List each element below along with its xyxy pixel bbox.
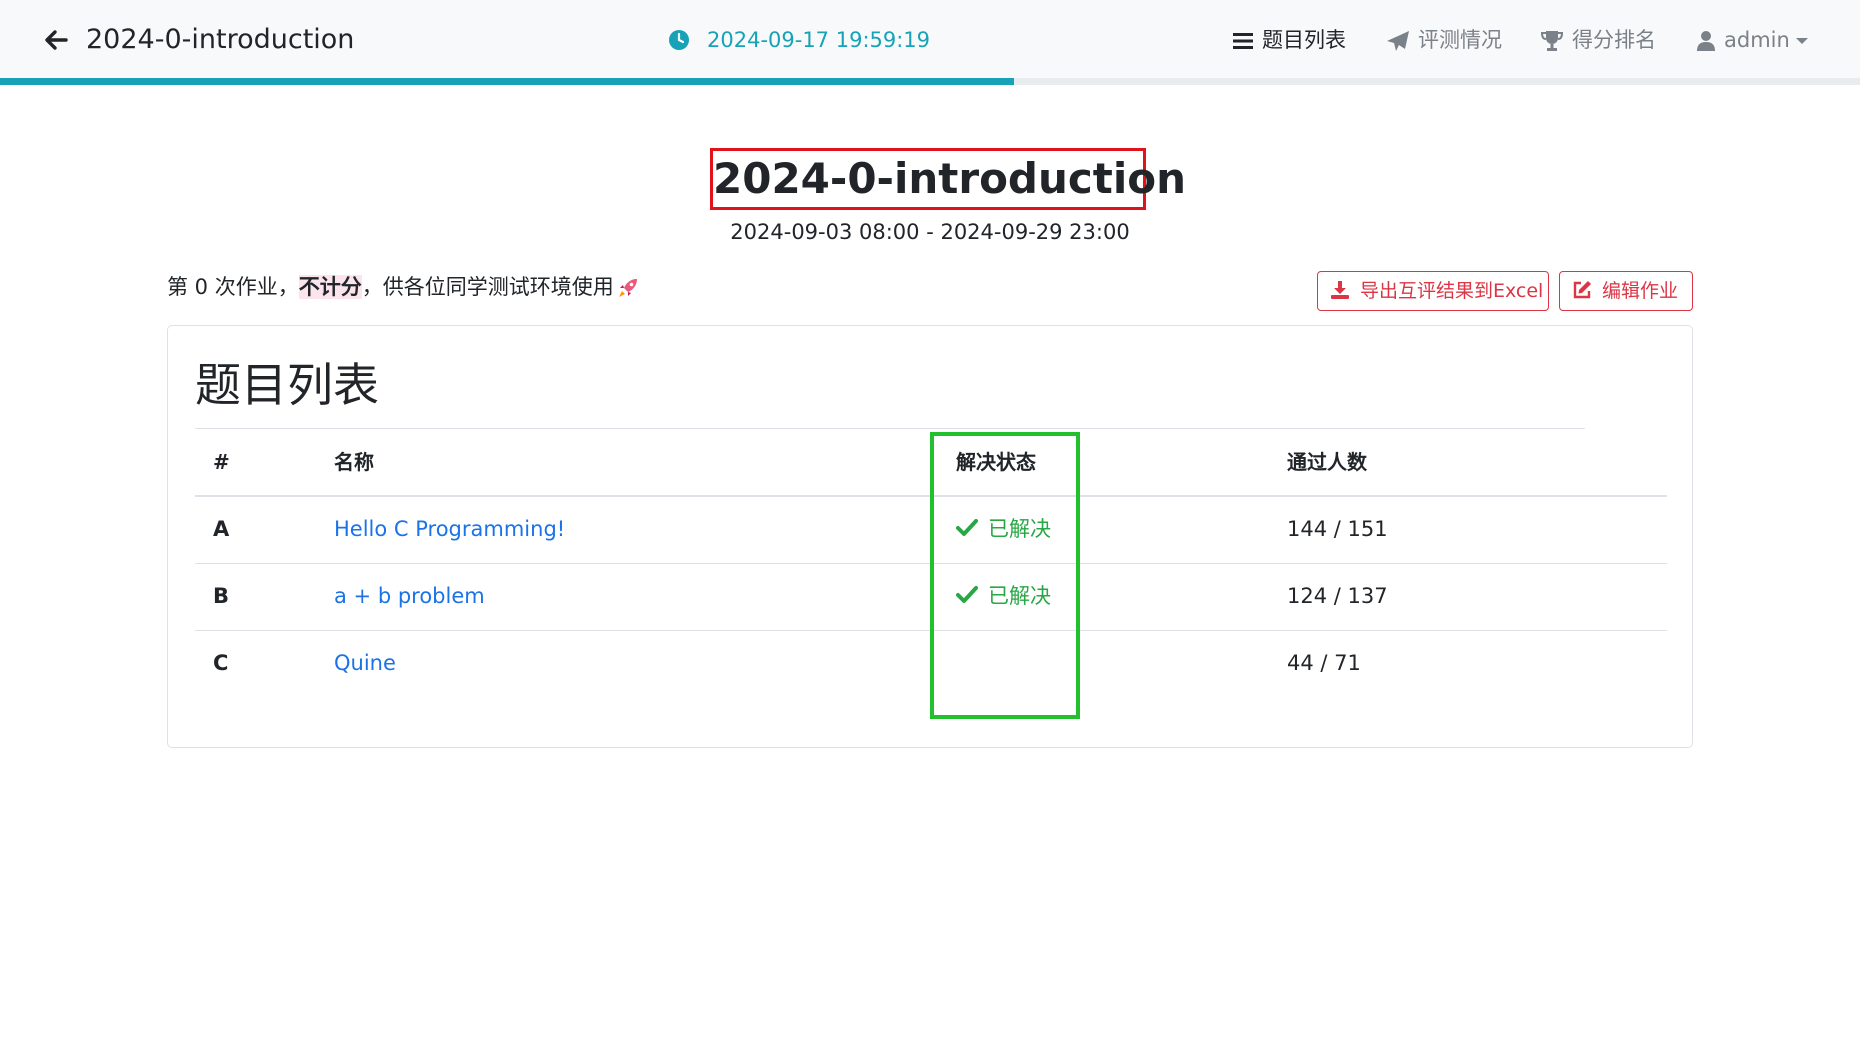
contest-description: 第 0 次作业，不计分，供各位同学测试环境使用 [167, 271, 640, 303]
contest-title-highlight: 2024-0-introduction [710, 148, 1187, 210]
description-highlight: 不计分 [298, 275, 362, 299]
user-menu[interactable]: admin [1696, 22, 1808, 58]
export-excel-button[interactable]: 导出互评结果到Excel [1317, 271, 1549, 311]
description-prefix: 第 0 次作业， [167, 275, 299, 299]
passed-count: 124 / 137 [1287, 584, 1388, 608]
nav-judge-status[interactable]: 评测情况 [1386, 22, 1502, 58]
problem-list-title: 题目列表 [195, 358, 379, 412]
list-icon [1233, 33, 1253, 49]
current-time: 2024-09-17 19:59:19 [707, 28, 931, 52]
nav-problem-list[interactable]: 题目列表 [1232, 22, 1346, 58]
column-header-id: # [213, 450, 230, 474]
navbar-title: 2024-0-introduction [86, 24, 355, 55]
nav-problem-list-label: 题目列表 [1262, 28, 1346, 52]
nav-ranking-label: 得分排名 [1572, 28, 1656, 52]
problem-list-card: 题目列表 # 名称 解决状态 通过人数 A Hello C Programmin… [167, 325, 1693, 748]
header-divider [195, 495, 1667, 497]
check-icon [956, 519, 978, 536]
top-navbar: 2024-0-introduction 2024-09-17 19:59:19 … [0, 0, 1860, 78]
contest-progress-fill [0, 78, 1014, 85]
passed-count: 44 / 71 [1287, 651, 1361, 675]
title-divider [195, 428, 1585, 429]
user-menu-label: admin [1724, 28, 1790, 52]
export-excel-label: 导出互评结果到Excel [1360, 280, 1544, 302]
rocket-icon [618, 279, 637, 297]
back-arrow-icon[interactable] [40, 24, 72, 56]
edit-icon [1573, 281, 1591, 299]
trophy-icon [1540, 31, 1564, 51]
contest-progress-bar [0, 78, 1860, 85]
column-header-name: 名称 [334, 450, 374, 474]
passed-count: 144 / 151 [1287, 517, 1388, 541]
problem-link[interactable]: Quine [334, 647, 396, 679]
solved-status-label: 已解决 [988, 517, 1051, 541]
check-icon [956, 586, 978, 603]
problem-link[interactable]: a + b problem [334, 580, 485, 612]
problem-id: C [213, 651, 229, 675]
description-suffix: ，供各位同学测试环境使用 [361, 275, 614, 299]
edit-assignment-label: 编辑作业 [1602, 280, 1679, 302]
column-header-status: 解决状态 [956, 450, 1036, 474]
nav-judge-status-label: 评测情况 [1418, 28, 1502, 52]
column-header-passed: 通过人数 [1287, 450, 1367, 474]
solved-status: 已解决 [956, 580, 1051, 612]
contest-time-range: 2024-09-03 08:00 - 2024-09-29 23:00 [730, 220, 1130, 244]
user-icon [1697, 31, 1715, 51]
clock-icon [667, 28, 691, 52]
problem-id: B [213, 584, 230, 608]
solved-status-label: 已解决 [988, 584, 1051, 608]
problem-link[interactable]: Hello C Programming! [334, 513, 565, 545]
row-divider [195, 630, 1667, 631]
edit-assignment-button[interactable]: 编辑作业 [1559, 271, 1693, 311]
chevron-down-icon [1795, 38, 1808, 44]
paper-plane-icon [1387, 31, 1409, 51]
solved-status: 已解决 [956, 513, 1051, 545]
contest-title: 2024-0-introduction [713, 154, 1187, 203]
nav-ranking[interactable]: 得分排名 [1540, 22, 1656, 58]
row-divider [195, 563, 1667, 564]
download-icon [1331, 281, 1349, 299]
problem-id: A [213, 517, 230, 541]
